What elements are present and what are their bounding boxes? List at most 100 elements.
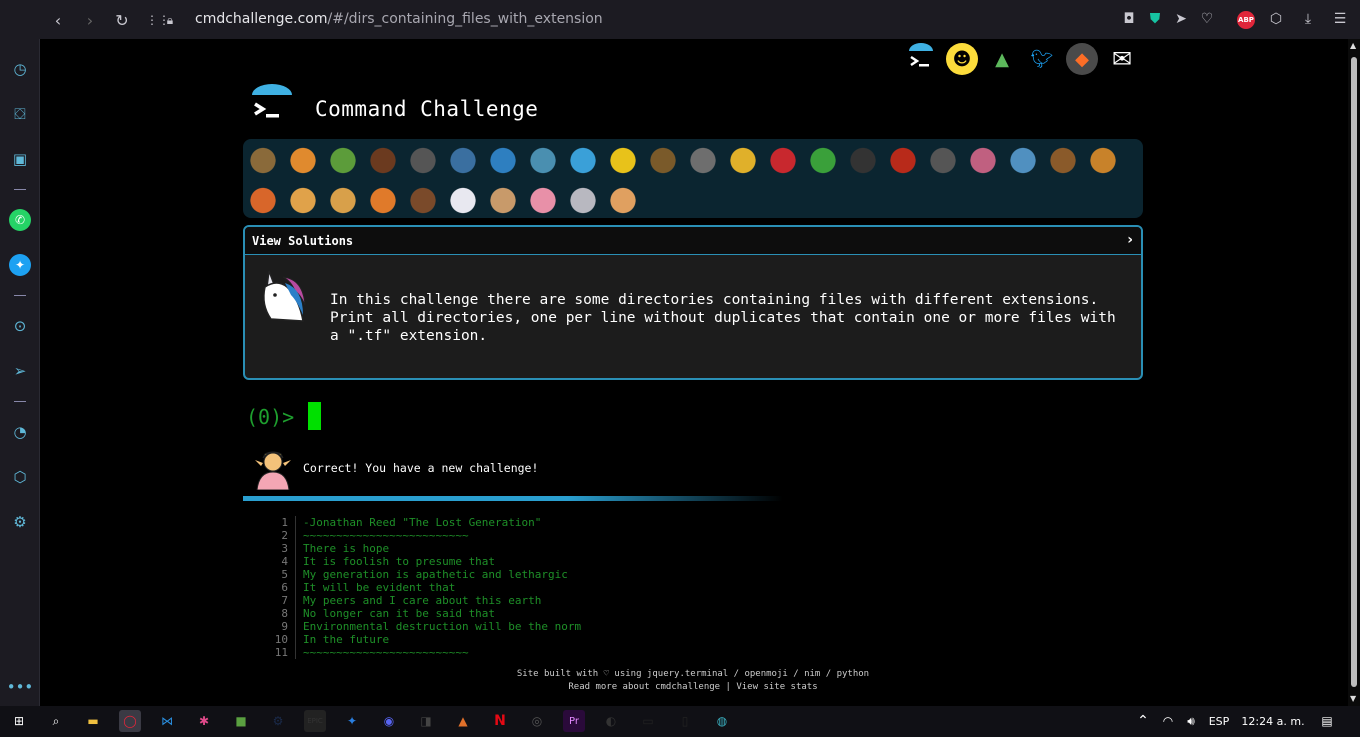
footer-credits[interactable]: Site built with ♡ using jquery.terminal … [420, 668, 966, 681]
wifi-icon[interactable]: ◠ [1157, 710, 1179, 732]
badge-lizard-icon[interactable] [808, 144, 838, 174]
badge-butterfly-icon[interactable] [288, 144, 318, 174]
player-icon[interactable]: ⊙ [9, 315, 31, 337]
badge-fox-icon[interactable] [248, 184, 278, 214]
badge-dolphin-icon[interactable] [528, 144, 558, 174]
line-number: 1 [281, 516, 288, 529]
shush-face-icon[interactable]: ☻ [946, 43, 978, 75]
address-bar[interactable]: cmdchallenge.com/#/dirs_containing_files… [195, 11, 603, 27]
badge-fish-icon[interactable] [568, 144, 598, 174]
taskbar-steam-icon[interactable]: ⚙ [267, 710, 289, 732]
mail-icon[interactable]: ✉ [1106, 43, 1138, 75]
badge-worm-icon[interactable] [968, 144, 998, 174]
shield-icon[interactable]: ⛊ [1146, 10, 1164, 28]
badge-lion-icon[interactable] [328, 184, 358, 214]
whatsapp-icon[interactable]: ✆ [9, 209, 31, 231]
taskbar-cmd-icon[interactable]: ▭ [637, 710, 659, 732]
badge-ant-icon[interactable] [368, 144, 398, 174]
taskbar-epic-icon[interactable]: EPIC [304, 710, 326, 732]
taskbar-premiere-icon[interactable]: Pr [563, 710, 585, 732]
badge-cow-icon[interactable] [488, 184, 518, 214]
taskbar-app-icon[interactable]: ▲ [452, 710, 474, 732]
bag-icon[interactable]: ⛋ [9, 103, 31, 125]
taskbar-app-icon[interactable]: ✦ [341, 710, 363, 732]
notifications-icon[interactable]: ▤ [1316, 710, 1338, 732]
badge-whale-icon[interactable] [448, 144, 478, 174]
taskbar-vscode-icon[interactable]: ⋈ [156, 710, 178, 732]
twitter-icon[interactable]: 🐦︎ [1026, 43, 1058, 75]
scroll-thumb[interactable] [1351, 57, 1357, 687]
more-icon[interactable]: ••• [7, 676, 34, 698]
send-icon[interactable]: ➢ [9, 360, 31, 382]
badge-pig-icon[interactable] [528, 184, 558, 214]
tree-icon[interactable]: ▲ [986, 43, 1018, 75]
history-icon[interactable]: ◔ [9, 421, 31, 443]
badge-cat-icon[interactable] [288, 184, 318, 214]
badge-scorpion-icon[interactable] [888, 144, 918, 174]
badge-mouse-icon[interactable] [568, 184, 598, 214]
badge-shell-icon[interactable] [408, 144, 438, 174]
taskbar-paint-icon[interactable]: ◍ [711, 710, 733, 732]
speed-dial-icon[interactable]: ◷ [9, 58, 31, 80]
badge-unicorn-icon[interactable] [448, 184, 478, 214]
taskbar-slack-icon[interactable]: ✱ [193, 710, 215, 732]
twitch-icon[interactable]: ▣ [9, 148, 31, 170]
scroll-down-icon[interactable]: ▼ [1350, 694, 1356, 703]
badge-bee-icon[interactable] [728, 144, 758, 174]
send-icon[interactable]: ➤ [1172, 10, 1190, 28]
taskbar-search-icon[interactable]: ⌕ [45, 710, 67, 732]
clock[interactable]: 12:24 a. m. [1240, 710, 1306, 732]
taskbar-discord-icon[interactable]: ◉ [378, 710, 400, 732]
taskbar-github-icon[interactable]: ◐ [600, 710, 622, 732]
volume-icon[interactable]: 🔊︎ [1180, 710, 1202, 732]
chevron-right-icon[interactable]: › [1127, 232, 1133, 248]
badge-horse-icon[interactable] [408, 184, 438, 214]
footer-links[interactable]: Read more about cmdchallenge | View site… [420, 681, 966, 694]
twitter-icon[interactable]: ✦ [9, 254, 31, 276]
download-icon[interactable]: ⤓ [1299, 10, 1317, 28]
badge-wolf-icon[interactable] [688, 144, 718, 174]
gutter-divider [295, 594, 296, 607]
taskbar-netflix-icon[interactable]: N [489, 710, 511, 732]
badge-hedgehog-icon[interactable] [648, 144, 678, 174]
cube-icon[interactable]: ⬡ [1267, 10, 1285, 28]
taskbar-start-icon[interactable]: ⊞ [8, 710, 30, 732]
view-solutions-toggle[interactable]: View Solutions › [245, 227, 1141, 255]
badge-tiger-icon[interactable] [368, 184, 398, 214]
reload-button[interactable]: ↻ [112, 10, 132, 30]
badge-monkey-icon[interactable] [1048, 144, 1078, 174]
page-scrollbar[interactable]: ▲ ▼ [1348, 39, 1360, 706]
settings-icon[interactable]: ⚙ [9, 511, 31, 533]
badge-snail-icon[interactable] [248, 144, 278, 174]
badge-spider-icon[interactable] [848, 144, 878, 174]
language-indicator[interactable]: ESP [1204, 710, 1234, 732]
badge-tropical-fish-icon[interactable] [608, 144, 638, 174]
taskbar-explorer-icon[interactable]: ▬ [82, 710, 104, 732]
chevron-up-icon[interactable]: ⌃ [1132, 710, 1154, 732]
badge-dog-icon[interactable] [1088, 144, 1118, 174]
camera-icon[interactable]: ◘ [1120, 10, 1138, 28]
adblock-icon[interactable]: ABP [1237, 11, 1255, 29]
gitlab-icon[interactable]: ◆ [1066, 43, 1098, 75]
taskbar-opera-icon[interactable]: ◯ [119, 710, 141, 732]
badge-fly-icon[interactable] [928, 144, 958, 174]
taskbar-terminal-icon[interactable]: ▯ [674, 710, 696, 732]
cube-icon[interactable]: ⬡ [9, 466, 31, 488]
forward-button[interactable]: › [80, 10, 100, 30]
menu-icon[interactable]: ☰ [1331, 10, 1349, 28]
badge-caterpillar-icon[interactable] [328, 144, 358, 174]
heart-icon[interactable]: ♡ [1198, 10, 1216, 28]
badge-dolphin-icon[interactable] [488, 144, 518, 174]
taskbar-minecraft-icon[interactable]: ■ [230, 710, 252, 732]
back-button[interactable]: ‹ [48, 10, 68, 30]
scroll-up-icon[interactable]: ▲ [1350, 41, 1356, 50]
browser-sidebar: ◷ ⛋ ▣ ✆ ✦ ⊙ ➢ ◔ ⬡ ⚙ ••• [0, 39, 40, 706]
taskbar-app-icon[interactable]: ◨ [415, 710, 437, 732]
taskbar-app-icon[interactable]: ◎ [526, 710, 548, 732]
badge-ladybug-icon[interactable] [768, 144, 798, 174]
terminal-input[interactable] [308, 402, 321, 430]
badge-hamster-icon[interactable] [608, 184, 638, 214]
badge-microbe-icon[interactable] [1008, 144, 1038, 174]
lock-icon[interactable]: 🔒︎ [160, 10, 180, 30]
cmd-logo-icon[interactable] [905, 43, 937, 75]
